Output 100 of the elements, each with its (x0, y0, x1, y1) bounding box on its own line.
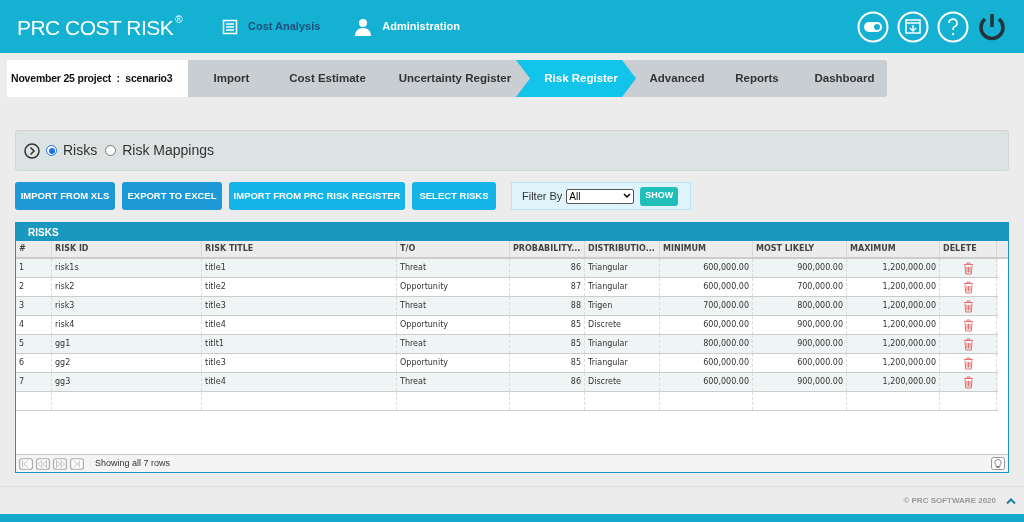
trash-icon[interactable] (962, 375, 974, 389)
table-cell: Opportunity (400, 281, 448, 293)
table-cell: 3 (19, 300, 25, 312)
column-header[interactable]: RISK ID (52, 241, 202, 257)
table-cell: 1,200,000.00 (882, 262, 936, 274)
copyright-text: © PRC SOFTWARE 2020 (903, 494, 996, 507)
table-cell: 85 (570, 338, 581, 350)
table-cell: 800,000.00 (703, 338, 749, 350)
table-cell: title3 (205, 357, 226, 369)
step-tab[interactable]: Dashboard (792, 60, 887, 97)
table-cell: 700,000.00 (797, 281, 843, 293)
table-cell: 900,000.00 (797, 338, 843, 350)
trash-icon[interactable] (962, 261, 974, 275)
table-cell: 600,000.00 (703, 262, 749, 274)
column-header[interactable]: RISK TITLE (202, 241, 397, 257)
table-cell: Threat (400, 300, 427, 312)
dropdown-caret-icon (623, 193, 632, 199)
table-cell: 7 (19, 376, 25, 388)
table-cell: Discrete (588, 319, 622, 331)
pager-icon[interactable] (36, 457, 50, 470)
table-cell: Trigen (588, 300, 613, 312)
table-cell: risk3 (55, 300, 75, 312)
chevron-circle-icon[interactable] (24, 142, 40, 159)
pager-icon[interactable] (19, 457, 33, 470)
trash-icon[interactable] (962, 299, 974, 313)
table-cell: 600,000.00 (797, 357, 843, 369)
table-cell: 85 (570, 319, 581, 331)
download-icon[interactable] (897, 10, 929, 43)
column-header[interactable]: DISTRIBUTIO... (585, 241, 660, 257)
table-cell: 1,200,000.00 (882, 357, 936, 369)
column-header[interactable]: # (16, 241, 52, 257)
table-cell: 600,000.00 (703, 357, 749, 369)
table-cell: 600,000.00 (703, 319, 749, 331)
table-cell: 86 (570, 262, 581, 274)
table-cell: 88 (570, 300, 581, 312)
table-cell: 600,000.00 (703, 376, 749, 388)
radio-option[interactable]: Risk Mappings (105, 140, 215, 161)
table-cell: 800,000.00 (797, 300, 843, 312)
row-count: Showing all 7 rows (95, 456, 171, 470)
table-cell: Threat (400, 338, 427, 350)
table-cell: 700,000.00 (703, 300, 749, 312)
table-cell: 900,000.00 (797, 262, 843, 274)
step-tab[interactable]: Cost Estimate (265, 60, 380, 97)
pager-icon[interactable] (53, 457, 67, 470)
table-cell: gg1 (55, 338, 71, 350)
pager-icon[interactable] (70, 457, 84, 470)
table-cell: Discrete (588, 376, 622, 388)
table-cell: Threat (400, 376, 427, 388)
registered-mark: ® (175, 12, 182, 27)
table-cell: 5 (19, 338, 25, 350)
trash-icon[interactable] (962, 337, 974, 351)
app-logo: PRC COST RISK (17, 14, 174, 41)
table-cell: 6 (19, 357, 25, 369)
table-cell: Triangular (588, 262, 628, 274)
table-cell: gg3 (55, 376, 71, 388)
filter-select[interactable]: All (566, 188, 635, 204)
step-tab[interactable]: Reports (712, 60, 792, 97)
toggle-icon[interactable] (857, 10, 889, 43)
step-tab[interactable]: Import (188, 60, 265, 97)
table-cell: 900,000.00 (797, 319, 843, 331)
trash-icon[interactable] (962, 356, 974, 370)
table-cell: 600,000.00 (703, 281, 749, 293)
table-cell: title3 (205, 300, 226, 312)
table-cell: 2 (19, 281, 25, 293)
table-cell: 1,200,000.00 (882, 338, 936, 350)
table-cell: 87 (570, 281, 581, 293)
table-cell: risk1s (55, 262, 79, 274)
table-cell: 1,200,000.00 (882, 300, 936, 312)
table-cell: titlt1 (205, 338, 224, 350)
table-cell: title1 (205, 262, 226, 274)
trash-icon[interactable] (962, 280, 974, 294)
column-header[interactable]: MOST LIKELY (753, 241, 847, 257)
table-cell: Opportunity (400, 357, 448, 369)
table-cell: gg2 (55, 357, 71, 369)
radio-option[interactable]: Risks (46, 140, 98, 161)
column-header[interactable]: MINIMUM (660, 241, 753, 257)
column-header[interactable]: MAXIMUM (847, 241, 940, 257)
list-icon (222, 18, 238, 35)
table-cell: 86 (570, 376, 581, 388)
help-icon[interactable] (937, 10, 969, 43)
table-cell: risk4 (55, 319, 75, 331)
user-icon (354, 17, 373, 36)
column-header[interactable]: DELETE (940, 241, 997, 257)
table-cell: title4 (205, 376, 226, 388)
table-cell: 900,000.00 (797, 376, 843, 388)
filter-label: Filter By (522, 188, 563, 204)
lightbulb-icon[interactable] (991, 457, 1005, 470)
table-cell: Opportunity (400, 319, 448, 331)
table-cell: title2 (205, 281, 226, 293)
trash-icon[interactable] (962, 318, 974, 332)
scroll-up-icon[interactable] (1006, 496, 1016, 505)
table-cell: Triangular (588, 338, 628, 350)
table-cell: 1,200,000.00 (882, 376, 936, 388)
table-cell: risk2 (55, 281, 75, 293)
table-cell: 4 (19, 319, 25, 331)
table-cell: 1,200,000.00 (882, 319, 936, 331)
column-header[interactable]: T/O (397, 241, 510, 257)
table-cell: Triangular (588, 357, 628, 369)
column-header[interactable]: PROBABILITY... (510, 241, 585, 257)
project-label: November 25 project : scenario3 (7, 60, 188, 97)
